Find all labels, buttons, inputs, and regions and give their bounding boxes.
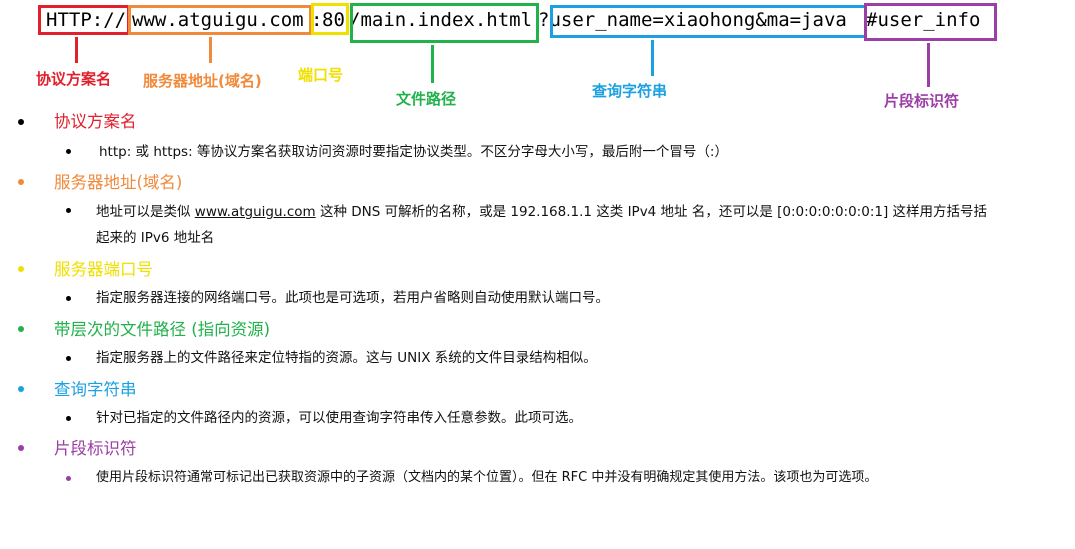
list-item-desc-port: 指定服务器连接的网络端口号。此项也是可选项，若用户省略则自动使用默认端口号。 bbox=[96, 290, 609, 306]
bullet-dot bbox=[18, 119, 24, 125]
path-label: 文件路径 bbox=[396, 90, 457, 108]
bullet-dot bbox=[18, 266, 24, 272]
path-connector bbox=[431, 45, 434, 83]
list-item-desc-fragment: 使用片段标识符通常可标记出已获取资源中的子资源（文档内的某个位置）。但在 RFC… bbox=[96, 470, 878, 485]
protocol-label: 协议方案名 bbox=[36, 70, 112, 88]
list-item-title-port: 服务器端口号 bbox=[54, 260, 153, 279]
query-label: 查询字符串 bbox=[592, 82, 668, 100]
sub-bullet-dot bbox=[66, 416, 71, 421]
sub-bullet-dot bbox=[66, 356, 71, 361]
bullet-dot bbox=[18, 386, 24, 392]
server-label: 服务器地址(域名) bbox=[143, 72, 262, 90]
list-item-title-protocol: 协议方案名 bbox=[54, 112, 137, 131]
list-item-desc-server: 地址可以是类似 www.atguigu.com 这种 DNS 可解析的名称，或是… bbox=[96, 199, 987, 225]
list-item-title-server: 服务器地址(域名) bbox=[54, 173, 183, 192]
server-desc-suffix: 这种 DNS 可解析的名称，或是 192.168.1.1 这类 IPv4 地址 … bbox=[315, 204, 988, 220]
sub-bullet-dot bbox=[66, 296, 71, 301]
server-desc-prefix: 地址可以是类似 bbox=[96, 204, 195, 220]
server-connector bbox=[209, 37, 212, 63]
list-item-desc-query: 针对已指定的文件路径内的资源，可以使用查询字符串传入任意参数。此项可选。 bbox=[96, 410, 582, 426]
list-item-desc-server-line2: 起来的 IPv6 地址名 bbox=[96, 230, 215, 246]
bullet-dot bbox=[18, 326, 24, 332]
server-box bbox=[128, 5, 312, 35]
query-connector bbox=[651, 40, 654, 76]
query-box bbox=[550, 5, 867, 38]
list-item-title-query: 查询字符串 bbox=[54, 380, 137, 399]
list-item-desc-protocol: http: 或 https: 等协议方案名获取访问资源时要指定协议类型。不区分字… bbox=[99, 144, 728, 160]
list-item-desc-path: 指定服务器上的文件路径来定位特指的资源。这与 UNIX 系统的文件目录结构相似。 bbox=[96, 350, 597, 366]
fragment-connector bbox=[927, 43, 930, 87]
server-example-link[interactable]: www.atguigu.com bbox=[195, 204, 316, 220]
bullet-dot bbox=[18, 445, 24, 451]
list-item-title-fragment: 片段标识符 bbox=[54, 439, 137, 458]
port-label: 端口号 bbox=[298, 66, 344, 84]
fragment-label: 片段标识符 bbox=[884, 92, 960, 110]
list-item-title-path: 带层次的文件路径 (指向资源) bbox=[54, 320, 271, 339]
sub-bullet-dot bbox=[66, 208, 71, 213]
port-box bbox=[311, 3, 349, 35]
sub-bullet-dot bbox=[66, 149, 71, 154]
sub-bullet-dot bbox=[66, 476, 71, 481]
protocol-connector bbox=[75, 37, 78, 63]
path-box bbox=[350, 3, 539, 43]
protocol-box bbox=[38, 5, 130, 35]
fragment-box bbox=[864, 3, 997, 41]
bullet-dot bbox=[18, 179, 24, 185]
